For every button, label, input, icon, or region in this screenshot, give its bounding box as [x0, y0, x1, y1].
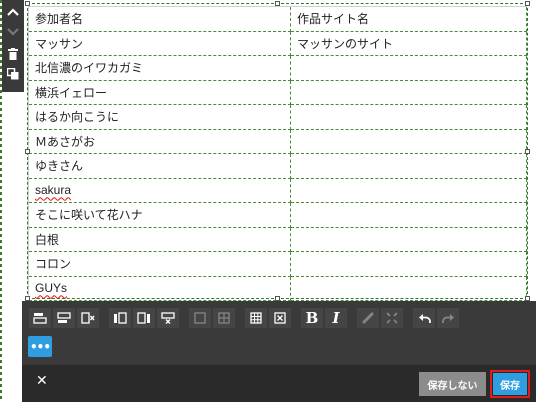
table-cell[interactable]: [290, 202, 527, 228]
resize-handle-left[interactable]: [25, 149, 30, 154]
table-row: 白根: [28, 227, 527, 252]
table-cell[interactable]: [290, 104, 527, 130]
table-row: 北信濃のイワカガミ: [28, 55, 527, 81]
table-row: Ｍあさがお: [28, 129, 527, 154]
table-cell[interactable]: [290, 276, 527, 301]
table-cell[interactable]: [290, 178, 527, 203]
table-header-cell[interactable]: 参加者名: [28, 6, 291, 32]
link-icon: [362, 309, 374, 328]
table-editor-toolbar: B I •••: [22, 301, 536, 365]
table-cell[interactable]: マッサン: [28, 31, 291, 56]
delete-row-button[interactable]: [77, 308, 99, 328]
resize-handle-top-left[interactable]: [25, 1, 30, 6]
table-cell[interactable]: ゆきさん: [28, 153, 291, 179]
unlink-icon: [386, 309, 398, 328]
editor-footer: ✕ 保存しない 保存: [22, 365, 536, 402]
resize-handle-right[interactable]: [525, 149, 530, 154]
copy-icon: [7, 68, 19, 80]
column-right-icon: [137, 309, 151, 328]
resize-handle-top-right[interactable]: [525, 1, 530, 6]
move-up-button[interactable]: [2, 2, 24, 22]
insert-row-below-button[interactable]: [53, 308, 75, 328]
split-cells-icon: [218, 309, 230, 328]
table-cell[interactable]: マッサンのサイト: [290, 31, 527, 56]
undo-icon: [418, 309, 431, 328]
table-row: コロン: [28, 251, 527, 277]
table-cell[interactable]: [290, 153, 527, 179]
italic-button[interactable]: I: [325, 308, 347, 328]
table-cell[interactable]: 北信濃のイワカガミ: [28, 55, 291, 81]
duplicate-block-button[interactable]: [2, 64, 24, 84]
row-delete-icon: [81, 309, 95, 328]
unlink-button[interactable]: [381, 308, 403, 328]
table-cell[interactable]: [290, 227, 527, 252]
redo-button[interactable]: [437, 308, 459, 328]
table-row: マッサン マッサンのサイト: [28, 31, 527, 56]
table-header-cell[interactable]: 作品サイト名: [290, 6, 527, 32]
undo-button[interactable]: [413, 308, 435, 328]
resize-handle-top[interactable]: [275, 1, 280, 6]
table-row: はるか向こうに: [28, 104, 527, 130]
link-button[interactable]: [357, 308, 379, 328]
save-button[interactable]: 保存: [493, 373, 527, 395]
bold-button[interactable]: B: [301, 308, 323, 328]
table-row: ゆきさん: [28, 153, 527, 179]
table-cell[interactable]: 横浜イェロー: [28, 80, 291, 105]
table-cell[interactable]: 白根: [28, 227, 291, 252]
delete-table-button[interactable]: [269, 308, 291, 328]
row-above-icon: [33, 309, 47, 328]
table-row: そこに咲いて花ハナ: [28, 202, 527, 228]
bold-icon: B: [305, 309, 319, 327]
insert-row-above-button[interactable]: [29, 308, 51, 328]
table-row: sakura: [28, 178, 527, 203]
trash-icon: [8, 48, 18, 60]
participants-table: 参加者名 作品サイト名 マッサン マッサンのサイト 北信濃のイワカガミ 横浜イェロー はるか…: [28, 6, 527, 301]
table-cell[interactable]: sakura: [28, 178, 291, 203]
table-style-button[interactable]: [245, 308, 267, 328]
table-delete-icon: [274, 309, 286, 328]
delete-block-button[interactable]: [2, 44, 24, 64]
column-left-icon: [113, 309, 127, 328]
row-below-icon: [57, 309, 71, 328]
table-cell[interactable]: そこに咲いて花ハナ: [28, 202, 291, 228]
chevron-down-icon: [7, 28, 19, 36]
table-cell[interactable]: [290, 80, 527, 105]
delete-column-button[interactable]: [157, 308, 179, 328]
discard-button[interactable]: 保存しない: [419, 372, 486, 396]
merge-cells-button[interactable]: [189, 308, 211, 328]
merge-cells-icon: [194, 309, 206, 328]
redo-icon: [441, 309, 455, 328]
table-cell[interactable]: [290, 251, 527, 277]
chevron-up-icon: [7, 8, 19, 16]
move-down-button[interactable]: [2, 22, 24, 42]
table-cell[interactable]: Ｍあさがお: [28, 129, 291, 154]
table-cell[interactable]: コロン: [28, 251, 291, 277]
table-row: 横浜イェロー: [28, 80, 527, 105]
table-cell[interactable]: [290, 129, 527, 154]
italic-icon: I: [332, 309, 340, 327]
table-cell[interactable]: GUYs: [28, 276, 291, 301]
column-delete-icon: [161, 309, 175, 328]
table-header-row: 参加者名 作品サイト名: [28, 6, 527, 32]
insert-column-left-button[interactable]: [109, 308, 131, 328]
block-side-toolbar: [2, 0, 24, 92]
insert-column-right-button[interactable]: [133, 308, 155, 328]
table-grid-icon: [250, 309, 262, 328]
table-cell[interactable]: はるか向こうに: [28, 104, 291, 130]
save-button-highlight: 保存: [490, 370, 530, 398]
table-cell[interactable]: [290, 55, 527, 81]
split-cells-button[interactable]: [213, 308, 235, 328]
more-options-button[interactable]: •••: [28, 336, 52, 357]
close-icon[interactable]: ✕: [36, 373, 48, 389]
